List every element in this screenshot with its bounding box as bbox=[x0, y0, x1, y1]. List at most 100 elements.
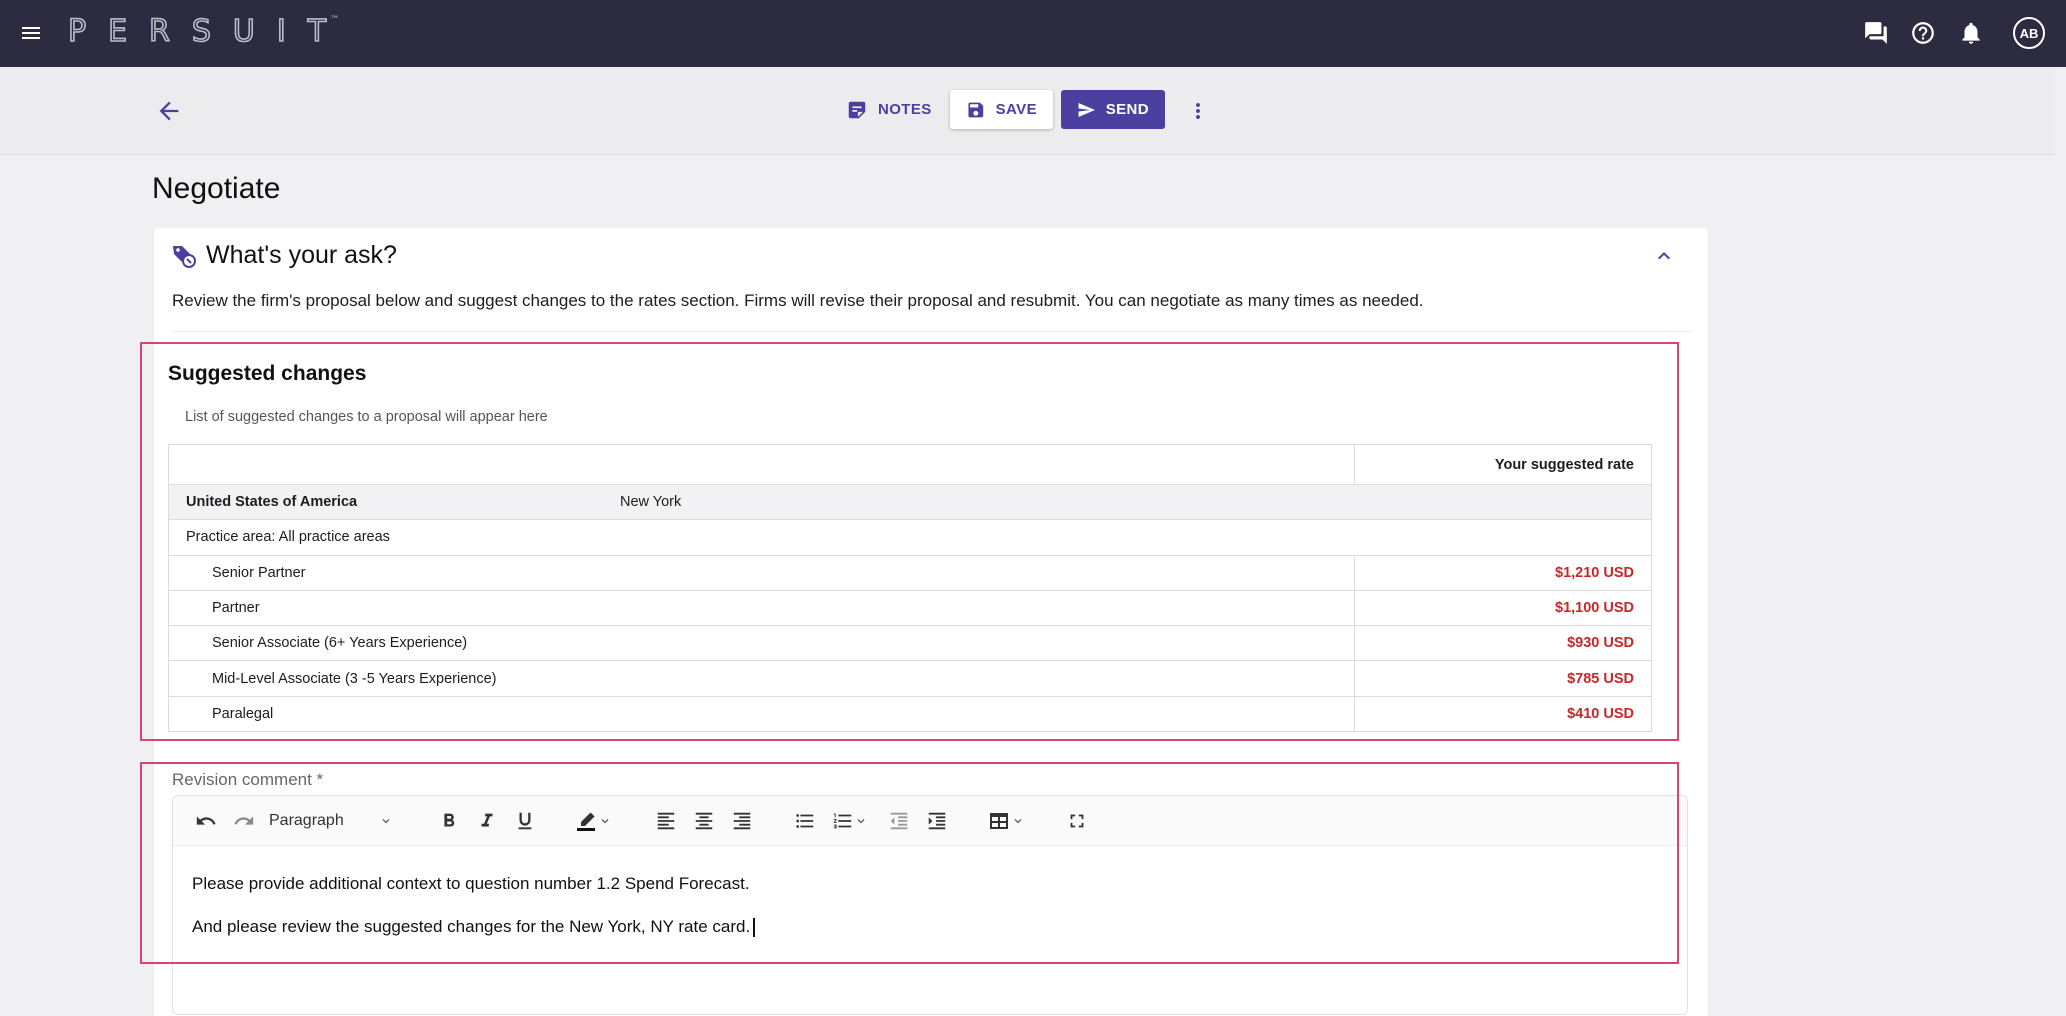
indent-icon bbox=[928, 812, 946, 830]
indent-button[interactable] bbox=[926, 809, 948, 833]
rate-cell: $785 USD bbox=[1354, 660, 1652, 697]
suggested-changes-title: Suggested changes bbox=[168, 362, 367, 385]
more-vert-icon[interactable] bbox=[1186, 97, 1210, 125]
outdent-button[interactable] bbox=[888, 809, 910, 833]
save-button[interactable]: SAVE bbox=[950, 90, 1053, 129]
notes-label: NOTES bbox=[878, 101, 932, 118]
bold-icon bbox=[444, 813, 455, 827]
table-row: Senior Associate (6+ Years Experience) $… bbox=[168, 625, 1652, 662]
send-label: SEND bbox=[1105, 101, 1149, 118]
insert-table-button[interactable] bbox=[987, 809, 1025, 833]
align-left-icon bbox=[657, 812, 675, 830]
role-cell: Paralegal bbox=[168, 695, 1355, 733]
notes-button[interactable]: NOTES bbox=[830, 90, 948, 129]
highlight-color-button[interactable] bbox=[574, 809, 612, 833]
chat-icon[interactable] bbox=[1863, 20, 1889, 46]
table-row: Mid-Level Associate (3 -5 Years Experien… bbox=[168, 660, 1652, 697]
floppy-disk-icon bbox=[968, 102, 984, 117]
bulleted-list-button[interactable] bbox=[794, 809, 816, 833]
chevron-down-icon bbox=[601, 819, 609, 824]
table-row: Senior Partner $1,210 USD bbox=[168, 554, 1652, 591]
italic-icon bbox=[481, 813, 493, 827]
suggested-changes-subtitle: List of suggested changes to a proposal … bbox=[185, 409, 548, 425]
comment-line-with-cursor: And please review the suggested changes … bbox=[192, 905, 755, 948]
align-right-button[interactable] bbox=[731, 809, 753, 833]
send-button[interactable]: SEND bbox=[1061, 90, 1165, 129]
align-left-button[interactable] bbox=[655, 809, 677, 833]
comment-line: And please review the suggested changes … bbox=[192, 917, 751, 936]
comment-line: Please provide additional context to que… bbox=[192, 874, 750, 893]
ask-card: What's your ask? Review the firm's propo… bbox=[140, 228, 1708, 1016]
role-cell: Senior Associate (6+ Years Experience) bbox=[168, 625, 1355, 662]
chevron-down-icon bbox=[1014, 819, 1022, 824]
bold-button[interactable] bbox=[438, 809, 460, 833]
table-header-blank bbox=[168, 444, 1355, 485]
help-icon[interactable] bbox=[1910, 20, 1936, 46]
table-header-row: Your suggested rate bbox=[168, 444, 1652, 485]
bell-icon[interactable] bbox=[1958, 20, 1984, 46]
outdent-icon bbox=[890, 812, 908, 830]
ask-description: Review the firm's proposal below and sug… bbox=[172, 291, 1424, 310]
rate-cell: $1,210 USD bbox=[1354, 554, 1652, 591]
notes-icon bbox=[848, 101, 866, 118]
role-cell: Mid-Level Associate (3 -5 Years Experien… bbox=[168, 660, 1355, 697]
country-label: United States of America bbox=[186, 494, 358, 511]
table-row: Paralegal $410 USD bbox=[168, 695, 1652, 733]
action-toolbar: NOTES SAVE SEND bbox=[0, 67, 2055, 155]
undo-button[interactable] bbox=[195, 809, 217, 833]
numbered-list-button[interactable] bbox=[832, 809, 868, 833]
app-bar: PERSUIT™ AB bbox=[0, 0, 2066, 67]
arrow-back-icon[interactable] bbox=[155, 97, 183, 125]
revision-comment-label: Revision comment * bbox=[172, 770, 324, 789]
role-cell: Partner bbox=[168, 589, 1355, 627]
send-icon bbox=[1078, 102, 1095, 117]
italic-button[interactable] bbox=[476, 809, 498, 833]
table-row: Partner $1,100 USD bbox=[168, 589, 1652, 627]
bulleted-list-icon bbox=[796, 814, 814, 828]
logo-text: PERSUIT bbox=[67, 13, 349, 50]
rate-cell: $1,100 USD bbox=[1354, 589, 1652, 627]
tags-icon bbox=[173, 246, 196, 268]
location-cell: United States of America New York bbox=[168, 483, 1652, 521]
practice-area-label: Practice area: All practice areas bbox=[168, 519, 1652, 556]
location-row: United States of America New York bbox=[168, 483, 1652, 521]
persuit-logo[interactable]: PERSUIT™ bbox=[67, 13, 357, 50]
paragraph-style-select[interactable]: Paragraph bbox=[261, 805, 399, 837]
numbered-list-icon bbox=[833, 813, 852, 829]
table-icon bbox=[990, 813, 1008, 829]
underline-icon bbox=[518, 812, 532, 830]
role-cell: Senior Partner bbox=[168, 554, 1355, 591]
underline-button[interactable] bbox=[514, 809, 536, 833]
redo-button[interactable] bbox=[233, 809, 255, 833]
editor-toolbar: Paragraph bbox=[173, 796, 1687, 846]
paragraph-style-value: Paragraph bbox=[269, 812, 344, 829]
rates-table: Your suggested rate United States of Ame… bbox=[168, 444, 1652, 733]
redo-icon bbox=[234, 816, 254, 825]
editor-content[interactable]: Please provide additional context to que… bbox=[192, 862, 755, 948]
user-avatar[interactable]: AB bbox=[2013, 17, 2045, 49]
logo-trademark: ™ bbox=[330, 15, 340, 25]
practice-area-row: Practice area: All practice areas bbox=[168, 519, 1652, 556]
divider bbox=[172, 331, 1692, 332]
align-center-button[interactable] bbox=[693, 809, 715, 833]
fullscreen-button[interactable] bbox=[1066, 809, 1088, 833]
rate-cell: $930 USD bbox=[1354, 625, 1652, 662]
revision-comment-editor[interactable]: Paragraph Please provide additional cont… bbox=[172, 795, 1688, 1015]
text-cursor bbox=[753, 918, 755, 938]
fullscreen-icon bbox=[1070, 814, 1084, 828]
menu-icon[interactable] bbox=[19, 21, 43, 45]
chevron-up-icon[interactable] bbox=[1652, 244, 1676, 268]
align-right-icon bbox=[733, 812, 751, 830]
suggested-changes-section: Suggested changes List of suggested chan… bbox=[140, 342, 1679, 741]
align-center-icon bbox=[695, 812, 713, 830]
page-title: Negotiate bbox=[152, 172, 281, 205]
ask-title: What's your ask? bbox=[206, 241, 397, 269]
chevron-down-icon bbox=[382, 819, 390, 824]
rate-cell: $410 USD bbox=[1354, 695, 1652, 733]
save-label: SAVE bbox=[995, 101, 1037, 118]
undo-icon bbox=[196, 816, 216, 825]
suggested-rate-header: Your suggested rate bbox=[1354, 444, 1652, 485]
highlighter-icon bbox=[577, 812, 595, 831]
city-label: New York bbox=[620, 494, 682, 511]
chevron-down-icon bbox=[857, 819, 865, 824]
